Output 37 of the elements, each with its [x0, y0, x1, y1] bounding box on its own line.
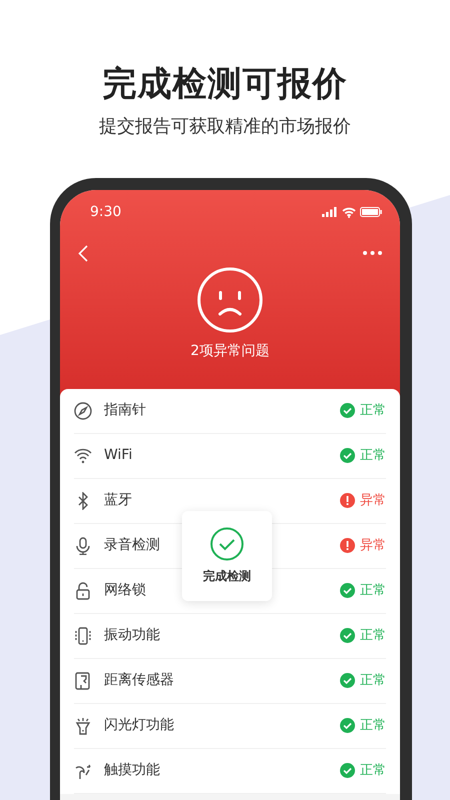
- vibrating-phone-icon: [74, 626, 92, 645]
- back-icon[interactable]: [78, 244, 88, 262]
- check-status: 异常: [360, 537, 386, 556]
- check-status: 正常: [360, 717, 386, 736]
- sad-face-icon: [197, 266, 263, 333]
- compass-icon: [74, 402, 92, 420]
- check-status: 异常: [360, 492, 386, 510]
- wifi-icon: [74, 446, 92, 465]
- more-icon[interactable]: [363, 251, 382, 256]
- summary-text: 2项异常问题: [190, 342, 270, 361]
- check-label: 触摸功能: [104, 761, 160, 780]
- check-label: 蓝牙: [104, 491, 132, 510]
- padlock-icon: [74, 582, 92, 600]
- check-label: 指南针: [104, 401, 146, 420]
- check-status: 正常: [360, 762, 386, 780]
- check-status: 正常: [360, 582, 386, 600]
- microphone-icon: [74, 536, 92, 555]
- check-status: 正常: [360, 672, 386, 690]
- headline: 完成检测可报价: [102, 63, 348, 105]
- check-circle-icon: [210, 526, 244, 561]
- check-status: 正常: [360, 447, 386, 466]
- battery-icon: [360, 207, 382, 218]
- check-label: 距离传感器: [104, 671, 174, 690]
- check-label: 网络锁: [104, 581, 146, 600]
- flashlight-icon: [74, 716, 92, 735]
- check-label: WiFi: [104, 446, 132, 466]
- wifi-icon: [342, 206, 356, 218]
- signal-icon: [322, 207, 338, 218]
- check-label: 振动功能: [104, 626, 160, 646]
- check-status: 正常: [360, 627, 386, 646]
- toast-text: 完成检测: [203, 568, 251, 585]
- check-label: 闪光灯功能: [104, 716, 174, 736]
- proximity-sensor-icon: [74, 672, 92, 690]
- subtitle: 提交报告可获取精准的市场报价: [98, 114, 352, 139]
- check-status: 正常: [360, 402, 386, 420]
- check-label: 录音检测: [104, 536, 160, 556]
- status-time: 9:30: [89, 202, 122, 222]
